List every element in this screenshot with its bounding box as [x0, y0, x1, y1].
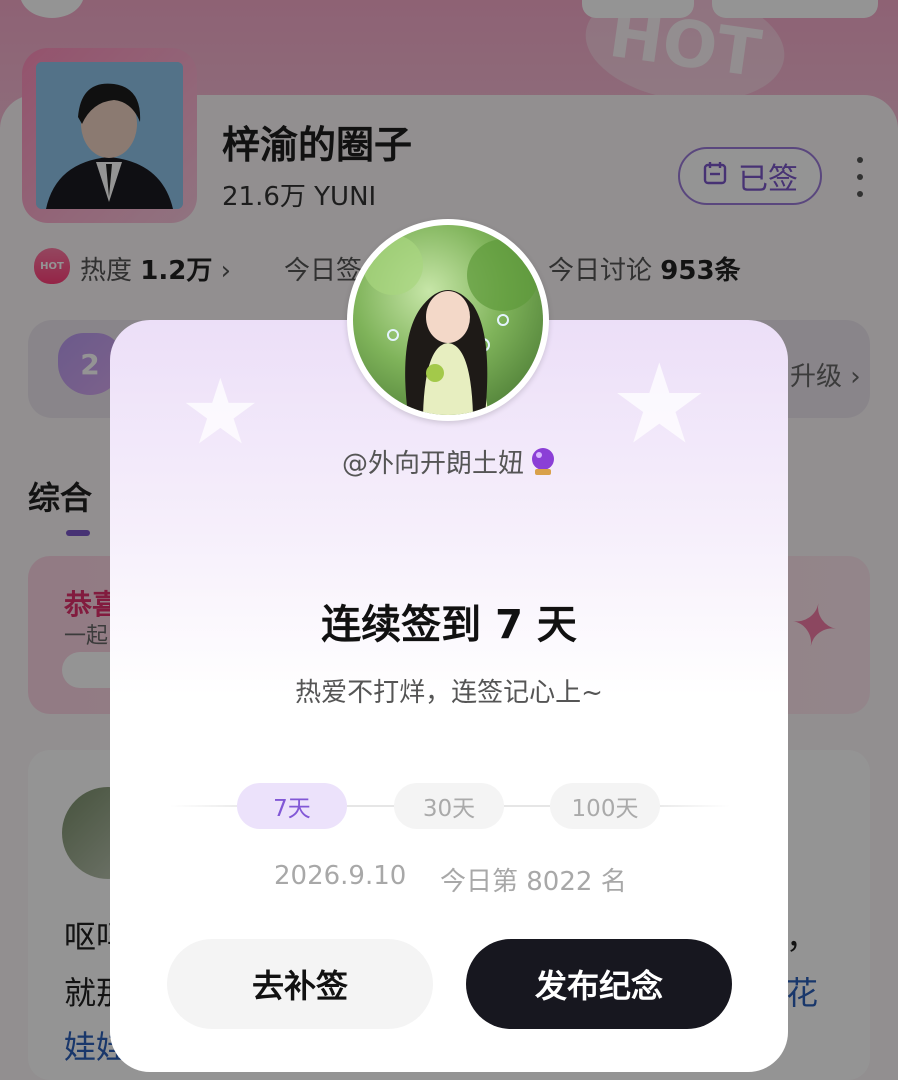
crystal-ball-icon: [530, 447, 556, 477]
milestone-7-days: 7天: [237, 783, 347, 829]
sign-rank: 今日第 8022 名: [440, 867, 627, 897]
milestone-100-days: 100天: [550, 783, 660, 829]
milestone-30-days: 30天: [394, 783, 504, 829]
makeup-sign-button[interactable]: 去补签: [167, 939, 433, 1029]
publish-memorial-button[interactable]: 发布纪念: [466, 939, 732, 1029]
streak-subtitle: 热爱不打烊，连签记心上~: [295, 678, 603, 708]
username-row: @外向开朗土妞: [0, 443, 898, 480]
user-avatar: [347, 219, 549, 421]
sign-date: 2026.9.10: [274, 861, 407, 891]
streak-title: 连续签到 7 天: [321, 602, 577, 648]
username: @外向开朗土妞: [341, 449, 524, 479]
